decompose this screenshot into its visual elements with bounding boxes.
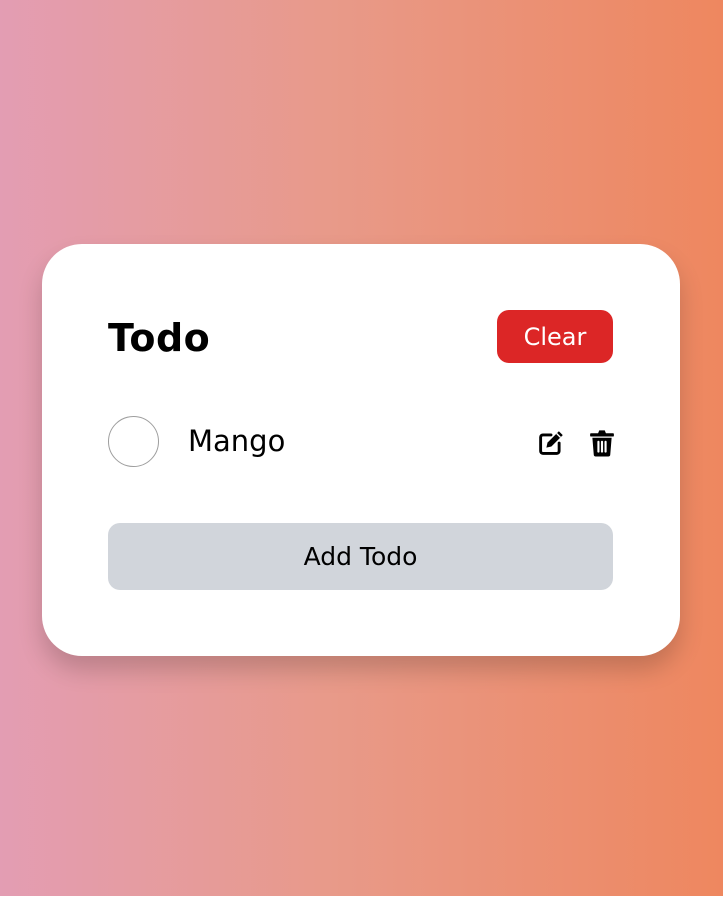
add-todo-button[interactable]: Add Todo: [108, 523, 613, 590]
edit-icon: [539, 431, 563, 455]
todo-card: Todo Clear Mango Add Todo: [42, 244, 680, 656]
clear-button[interactable]: Clear: [497, 310, 613, 363]
card-title: Todo: [108, 316, 211, 360]
todo-item: Mango: [108, 416, 614, 470]
trash-icon: [590, 430, 614, 457]
delete-button[interactable]: [587, 428, 617, 458]
edit-button[interactable]: [536, 428, 566, 458]
todo-checkbox[interactable]: [108, 416, 159, 467]
todo-label: Mango: [188, 424, 286, 458]
